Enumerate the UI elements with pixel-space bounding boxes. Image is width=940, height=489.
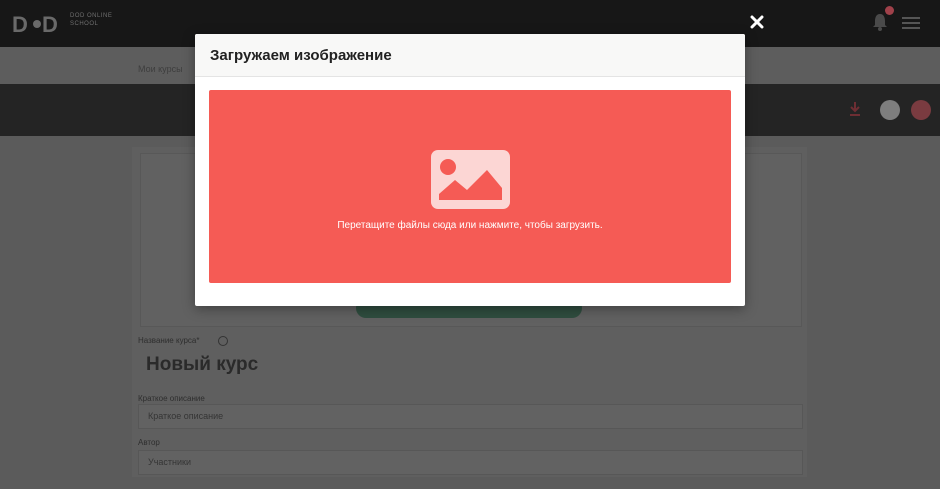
header-action-button[interactable] — [911, 100, 931, 120]
logo-text: DOD ONLINE SCHOOL — [70, 13, 113, 27]
modal-header: Загружаем изображение — [195, 34, 745, 77]
help-icon[interactable] — [218, 336, 228, 346]
author-label: Автор — [138, 438, 160, 447]
svg-text:D: D — [42, 12, 58, 37]
dropzone-instruction: Перетащите файлы сюда или нажмите, чтобы… — [337, 220, 603, 231]
download-icon[interactable] — [849, 102, 861, 116]
file-dropzone[interactable]: Перетащите файлы сюда или нажмите, чтобы… — [209, 90, 731, 283]
short-description-placeholder: Краткое описание — [148, 411, 224, 421]
course-name-label: Название курса* — [138, 336, 200, 345]
modal-title: Загружаем изображение — [210, 47, 392, 64]
bell-icon[interactable] — [872, 13, 888, 31]
short-description-label: Краткое описание — [138, 394, 205, 403]
logo[interactable]: D D — [12, 11, 62, 37]
course-name-input[interactable]: Новый курс — [146, 354, 258, 376]
close-icon[interactable] — [749, 14, 765, 30]
notification-badge — [885, 6, 894, 15]
short-description-field[interactable]: Краткое описание — [138, 404, 803, 429]
image-icon — [431, 150, 510, 209]
author-field[interactable]: Участники — [138, 450, 803, 475]
menu-icon[interactable] — [902, 17, 920, 29]
svg-text:D: D — [12, 12, 28, 37]
avatar[interactable] — [880, 100, 900, 120]
author-placeholder: Участники — [148, 457, 191, 467]
upload-image-modal: Загружаем изображение Перетащите файлы с… — [195, 34, 745, 306]
breadcrumb[interactable]: Мои курсы — [138, 64, 183, 74]
